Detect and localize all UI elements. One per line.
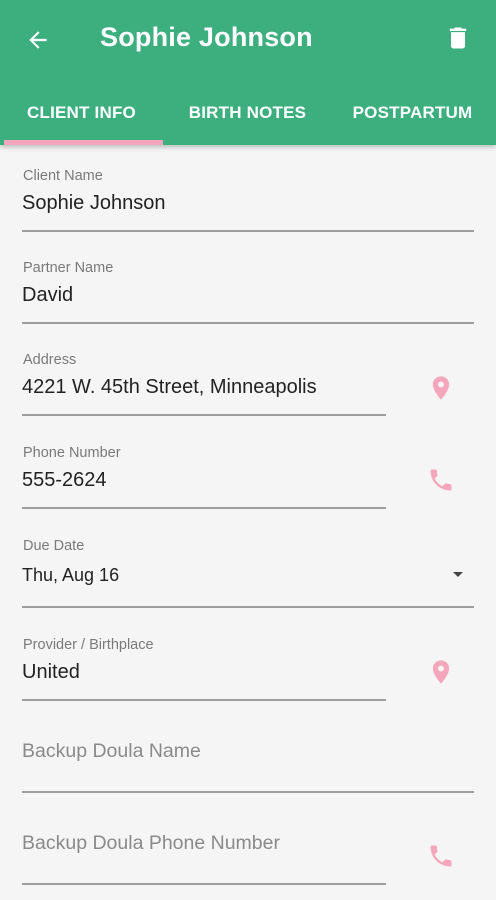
arrow-back-icon [29, 31, 47, 49]
location-pin-icon [432, 660, 450, 684]
backup-doula-name-underline [22, 791, 474, 793]
tab-birth-notes[interactable]: BIRTH NOTES [170, 80, 325, 145]
dropdown-arrow-icon [453, 572, 463, 577]
provider-map-button[interactable] [425, 656, 457, 688]
address-map-button[interactable] [425, 372, 457, 404]
back-button[interactable] [18, 20, 58, 60]
tab-bar: CLIENT INFO BIRTH NOTES POSTPARTUM [0, 80, 496, 145]
client-name-value[interactable]: Sophie Johnson [22, 192, 165, 215]
call-backup-doula-button[interactable] [425, 840, 457, 872]
partner-name-label: Partner Name [23, 260, 114, 276]
phone-number-underline [22, 507, 386, 509]
partner-name-underline [22, 322, 474, 324]
tab-indicator [4, 140, 163, 145]
phone-number-value[interactable]: 555-2624 [22, 469, 107, 492]
location-pin-icon [432, 376, 450, 400]
provider-birthplace-underline [22, 699, 386, 701]
call-phone-button[interactable] [425, 464, 457, 496]
address-label: Address [23, 352, 77, 368]
due-date-value[interactable]: Thu, Aug 16 [22, 565, 119, 586]
page-title: Sophie Johnson [100, 22, 313, 52]
due-date-label: Due Date [23, 538, 85, 554]
phone-icon [430, 469, 452, 491]
client-name-underline [22, 230, 474, 232]
app-bar: Sophie Johnson CLIENT INFO BIRTH NOTES P… [0, 0, 496, 145]
provider-birthplace-value[interactable]: United [22, 661, 80, 684]
address-value[interactable]: 4221 W. 45th Street, Minneapolis [22, 376, 317, 399]
due-date-underline [22, 606, 474, 608]
trash-icon [449, 27, 467, 49]
provider-birthplace-label: Provider / Birthplace [23, 637, 154, 653]
partner-name-value[interactable]: David [22, 284, 73, 307]
tab-client-info[interactable]: CLIENT INFO [0, 80, 163, 145]
address-underline [22, 414, 386, 416]
backup-doula-name-placeholder[interactable]: Backup Doula Name [22, 740, 201, 763]
phone-number-label: Phone Number [23, 445, 121, 461]
backup-doula-phone-placeholder[interactable]: Backup Doula Phone Number [22, 832, 280, 855]
delete-button[interactable] [438, 18, 478, 58]
due-date-dropdown-button[interactable] [444, 562, 472, 586]
client-name-label: Client Name [23, 168, 103, 184]
phone-icon [430, 845, 452, 867]
tab-postpartum[interactable]: POSTPARTUM [340, 80, 485, 145]
backup-doula-phone-underline [22, 883, 386, 885]
